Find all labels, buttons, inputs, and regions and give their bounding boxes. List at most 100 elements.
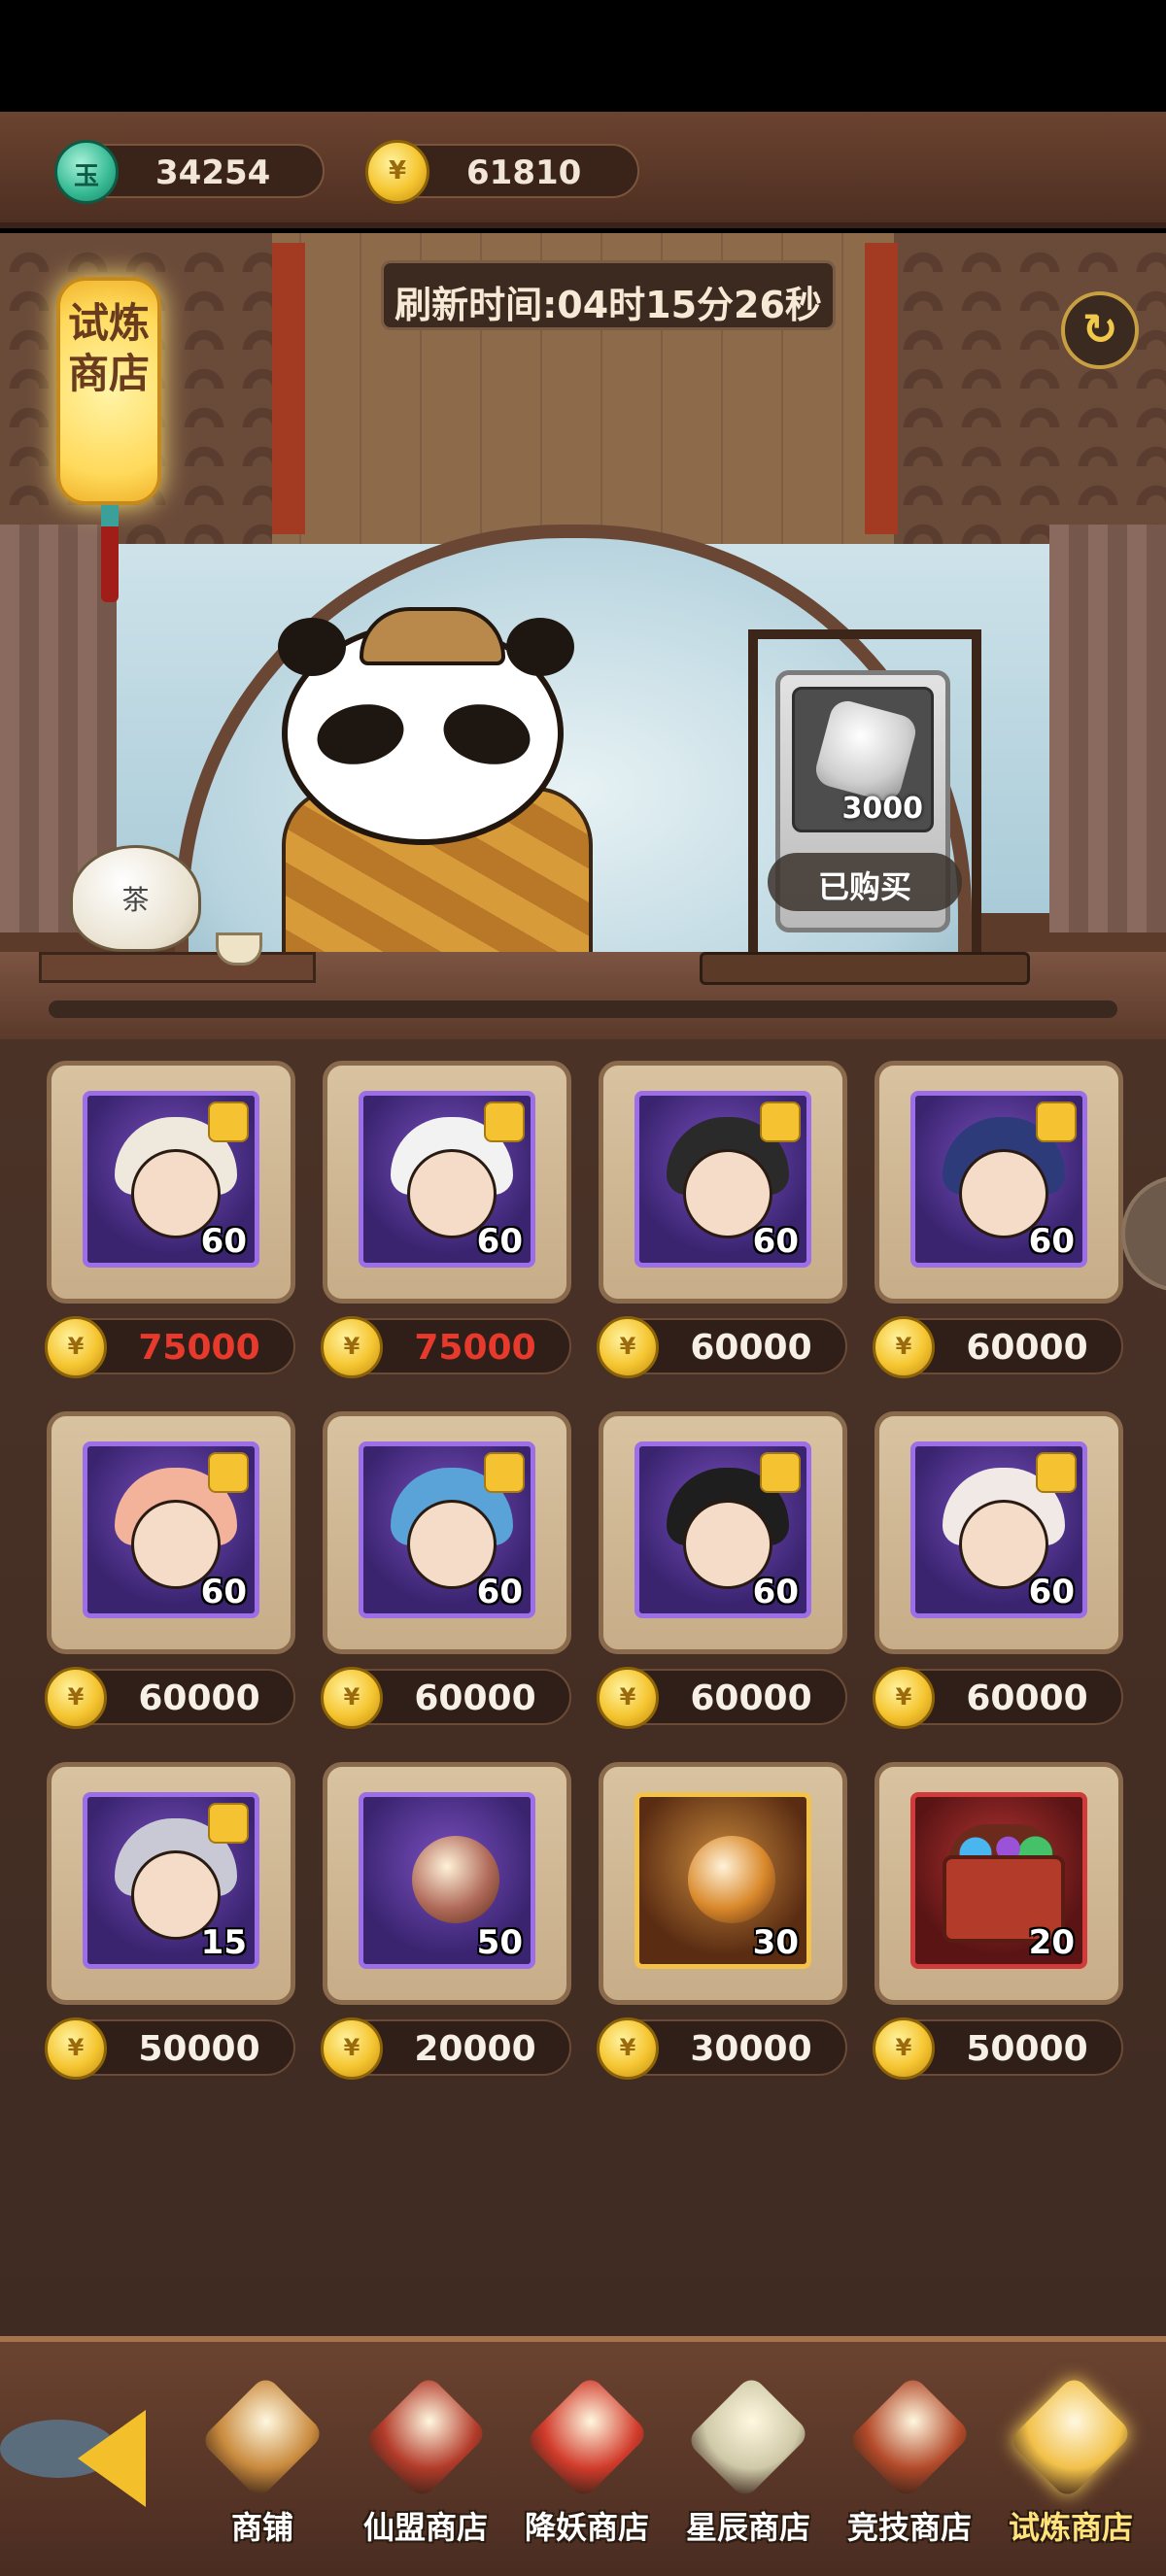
shop-item[interactable]: 60: [323, 1411, 571, 1654]
gold-coin-icon: ¥: [45, 1316, 107, 1378]
item-frame: 60: [83, 1441, 259, 1618]
nav-tab-label: 星辰商店: [685, 2509, 810, 2546]
item-frame: 60: [359, 1091, 535, 1268]
back-button[interactable]: [0, 2400, 175, 2507]
gold-amount: 61810: [466, 153, 582, 192]
buy-price-button[interactable]: ¥75000: [45, 1316, 295, 1378]
nav-tab-4[interactable]: 星辰商店: [670, 2359, 826, 2576]
back-arrow-icon: [78, 2410, 146, 2507]
gold-coin-icon: ¥: [873, 1316, 935, 1378]
buy-price-button[interactable]: ¥60000: [45, 1667, 295, 1729]
shard-puzzle-icon: [760, 1452, 801, 1493]
item-count: 60: [476, 1573, 523, 1611]
price-amount: 60000: [414, 1678, 536, 1718]
item-frame: 60: [910, 1441, 1087, 1618]
shard-puzzle-icon: [484, 1102, 525, 1142]
shop-nav-bar: 商铺 仙盟商店 降妖商店 星辰商店 竞技商店 试炼商店: [0, 2336, 1166, 2576]
shop-item[interactable]: 60: [323, 1061, 571, 1304]
gold-coin-icon: ¥: [873, 1667, 935, 1729]
gold-coin-icon: ¥: [45, 2017, 107, 2080]
shop-item[interactable]: 60: [47, 1411, 295, 1654]
featured-quantity: 3000: [841, 792, 924, 826]
item-frame: 60: [910, 1091, 1087, 1268]
status-bar: [0, 0, 1166, 112]
shop-item[interactable]: 15: [47, 1762, 295, 2005]
buy-price-button[interactable]: ¥20000: [321, 2017, 571, 2080]
price-amount: 60000: [690, 1328, 812, 1368]
nav-tab-5[interactable]: 竞技商店: [832, 2359, 987, 2576]
nav-tab-1[interactable]: 商铺: [185, 2359, 340, 2576]
price-amount: 75000: [414, 1328, 536, 1368]
nav-tab-label: 降妖商店: [524, 2509, 649, 2546]
panda-shop-icon: [199, 2374, 326, 2500]
buy-price-button[interactable]: ¥60000: [321, 1667, 571, 1729]
token-coin-icon: [688, 1836, 775, 1923]
nav-tab-2[interactable]: 仙盟商店: [348, 2359, 503, 2576]
shop-item[interactable]: 50: [323, 1762, 571, 2005]
buy-price-button[interactable]: ¥60000: [873, 1316, 1123, 1378]
item-frame: 30: [634, 1792, 811, 1969]
item-count: 60: [752, 1222, 799, 1261]
shop-item[interactable]: 60: [47, 1061, 295, 1304]
buy-price-button[interactable]: ¥75000: [321, 1316, 571, 1378]
arena-sword-icon: [846, 2374, 973, 2500]
price-amount: 30000: [690, 2029, 812, 2069]
item-count: 20: [1028, 1923, 1075, 1962]
price-amount: 50000: [966, 2029, 1088, 2069]
shop-item[interactable]: 60: [599, 1411, 847, 1654]
gold-coin-icon: ¥: [597, 2017, 659, 2080]
star-pagoda-icon: [685, 2374, 811, 2500]
shard-puzzle-icon: [760, 1102, 801, 1142]
item-count: 60: [1028, 1573, 1075, 1611]
item-frame: 20: [910, 1792, 1087, 1969]
shop-item[interactable]: 60: [599, 1061, 847, 1304]
refresh-timer: 刷新时间:04时15分26秒: [381, 260, 836, 330]
price-amount: 60000: [966, 1328, 1088, 1368]
silver-ingot-icon: [811, 696, 920, 805]
shop-item[interactable]: 20: [874, 1762, 1123, 2005]
nav-tab-label: 仙盟商店: [362, 2509, 488, 2546]
item-count: 60: [200, 1222, 247, 1261]
buy-price-button[interactable]: ¥50000: [45, 2017, 295, 2080]
shard-puzzle-icon: [208, 1102, 249, 1142]
buy-price-button[interactable]: ¥60000: [873, 1667, 1123, 1729]
nav-tab-3[interactable]: 降妖商店: [509, 2359, 665, 2576]
refresh-icon: ↻: [1081, 305, 1118, 355]
price-amount: 75000: [138, 1328, 260, 1368]
shop-item[interactable]: 60: [874, 1411, 1123, 1654]
purchased-label: 已购买: [817, 868, 911, 905]
refresh-button[interactable]: ↻: [1061, 291, 1139, 369]
nav-tab-6[interactable]: 试炼商店: [993, 2359, 1149, 2576]
token-coin-icon: [412, 1836, 499, 1923]
refresh-timer-text: 刷新时间:04时15分26秒: [394, 284, 822, 326]
shard-puzzle-icon: [208, 1452, 249, 1493]
jade-amount: 34254: [155, 153, 271, 192]
price-amount: 60000: [966, 1678, 1088, 1718]
gold-coin-icon: ¥: [597, 1316, 659, 1378]
gold-coin-icon: ¥: [597, 1667, 659, 1729]
gold-coin-icon: ¥: [873, 2017, 935, 2080]
item-count: 30: [752, 1923, 799, 1962]
buy-price-button[interactable]: ¥60000: [597, 1316, 847, 1378]
price-amount: 20000: [414, 2029, 536, 2069]
item-frame: 15: [83, 1792, 259, 1969]
tea-tray: [39, 952, 316, 983]
item-count: 50: [476, 1923, 523, 1962]
item-frame: 60: [83, 1091, 259, 1268]
shard-puzzle-icon: [1036, 1102, 1077, 1142]
shop-title: 试炼 商店: [67, 299, 150, 397]
jade-coin-icon: 玉: [54, 140, 119, 204]
alliance-banner-icon: [362, 2374, 489, 2500]
buy-price-button[interactable]: ¥60000: [597, 1667, 847, 1729]
gold-balance: ¥ 61810: [365, 140, 639, 204]
price-amount: 60000: [138, 1678, 260, 1718]
trial-shop-icon: [1008, 2374, 1134, 2500]
shop-item[interactable]: 30: [599, 1762, 847, 2005]
item-frame: 60: [359, 1441, 535, 1618]
shard-puzzle-icon: [484, 1452, 525, 1493]
nav-tab-label: 商铺: [230, 2509, 293, 2546]
buy-price-button[interactable]: ¥30000: [597, 2017, 847, 2080]
item-frame: 60: [634, 1441, 811, 1618]
shop-item[interactable]: 60: [874, 1061, 1123, 1304]
buy-price-button[interactable]: ¥50000: [873, 2017, 1123, 2080]
